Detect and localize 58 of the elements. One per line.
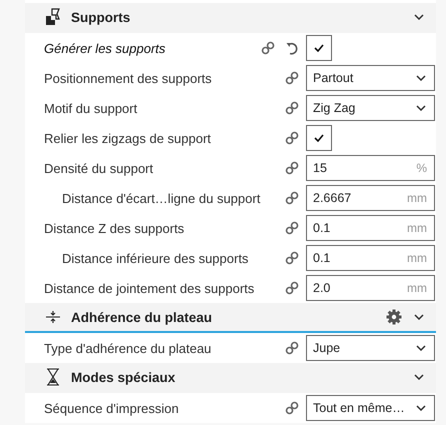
setting-label: Densité du support	[44, 160, 154, 176]
number-field[interactable]: 0.1 mm	[306, 245, 435, 271]
link-icon[interactable]	[285, 401, 299, 415]
number-field[interactable]: 15 %	[306, 155, 435, 181]
link-icon[interactable]	[285, 101, 299, 115]
dropdown[interactable]: Partout	[306, 65, 435, 91]
check-icon	[314, 44, 324, 52]
link-icon[interactable]	[285, 281, 299, 295]
section-header[interactable]: Adhérence du plateau	[25, 303, 436, 333]
link-icon[interactable]	[285, 161, 299, 175]
section-title[interactable]: Supports	[71, 10, 414, 24]
link-icon[interactable]	[285, 341, 299, 355]
unit-label: mm	[407, 281, 427, 295]
support-structure-icon	[44, 8, 62, 26]
checkbox[interactable]	[306, 125, 332, 151]
section-title[interactable]: Adhérence du plateau	[71, 310, 386, 324]
link-icon[interactable]	[285, 131, 299, 145]
setting-label: Distance Z des supports	[44, 220, 186, 236]
setting-label: Distance inférieure des supports	[62, 250, 250, 266]
setting-label: Séquence d'impression	[44, 400, 180, 416]
link-icon[interactable]	[285, 71, 299, 85]
unit-label: mm	[407, 191, 427, 205]
plate-adhesion-icon	[45, 310, 61, 324]
special-modes-icon	[45, 368, 61, 386]
number-field[interactable]: 2.6667 mm	[306, 185, 435, 211]
chevron-down-icon[interactable]	[416, 405, 426, 411]
chevron-down-icon[interactable]	[416, 105, 426, 111]
link-icon[interactable]	[285, 251, 299, 265]
unit-label: mm	[407, 251, 427, 265]
chevron-down-icon[interactable]	[414, 374, 424, 380]
reset-icon[interactable]	[285, 41, 299, 55]
section-header[interactable]: Modes spéciaux	[25, 363, 436, 393]
setting-label: Générer les supports	[44, 40, 166, 56]
setting-label: Distance d'écart…ligne du support	[62, 190, 262, 206]
dropdown[interactable]: Zig Zag	[306, 95, 435, 121]
section-title[interactable]: Modes spéciaux	[71, 370, 414, 384]
link-icon[interactable]	[261, 41, 275, 55]
setting-label: Distance de jointement des supports	[44, 280, 256, 296]
setting-label: Relier les zigzags de support	[44, 130, 212, 146]
number-field[interactable]: 2.0 mm	[306, 275, 435, 301]
dropdown[interactable]: Tout en même…	[306, 395, 435, 421]
unit-label: %	[416, 161, 427, 175]
number-field[interactable]: 0.1 mm	[306, 215, 435, 241]
settings-icon[interactable]	[386, 309, 402, 325]
setting-label: Positionnement des supports	[44, 70, 213, 86]
section-header[interactable]: Supports	[25, 3, 436, 33]
chevron-down-icon[interactable]	[414, 314, 424, 320]
chevron-down-icon[interactable]	[416, 345, 426, 351]
checkbox[interactable]	[306, 35, 332, 61]
setting-label: Type d'adhérence du plateau	[44, 340, 212, 356]
check-icon	[314, 134, 324, 142]
link-icon[interactable]	[285, 221, 299, 235]
chevron-down-icon[interactable]	[416, 75, 426, 81]
chevron-down-icon[interactable]	[414, 14, 424, 20]
dropdown[interactable]: Jupe	[306, 335, 435, 361]
unit-label: mm	[407, 221, 427, 235]
setting-label: Motif du support	[44, 100, 138, 116]
link-icon[interactable]	[285, 191, 299, 205]
